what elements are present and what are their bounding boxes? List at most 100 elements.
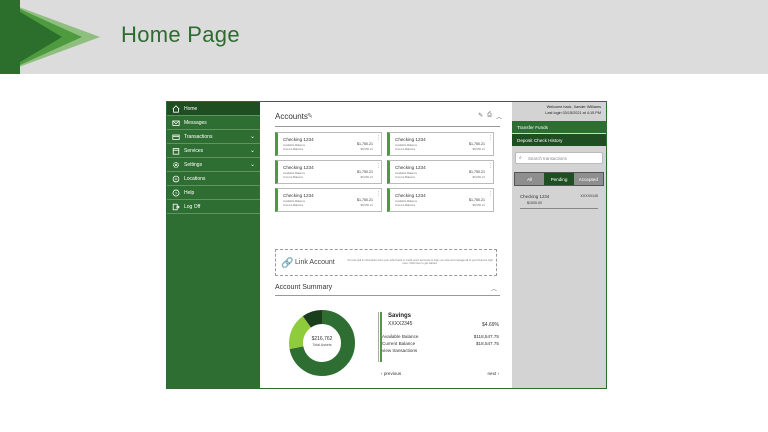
savings-number: XXXX2345: [388, 321, 413, 327]
gear-icon: [173, 161, 179, 168]
transaction-number: XXXX0145: [580, 194, 598, 198]
previous-button[interactable]: ‹ previous: [381, 371, 401, 376]
current-balance: $8,650.21: [472, 175, 485, 179]
transfer-funds-button[interactable]: Transfer Funds: [512, 121, 606, 133]
divider: [378, 312, 379, 362]
divider: [520, 208, 598, 209]
sidebar-item-label: Locations: [184, 175, 206, 182]
current-balance: $8,650.21: [360, 175, 373, 179]
sidebar-item-settings[interactable]: Settings ⌄: [167, 158, 260, 172]
deposit-history-button[interactable]: Deposit Check History: [512, 134, 606, 146]
savings-name: Savings: [388, 313, 412, 319]
more-icon[interactable]: · · ·: [489, 190, 491, 199]
current-label: Current Balance: [283, 147, 304, 151]
available-balance: $1,750.21: [469, 198, 485, 202]
chevron-down-icon[interactable]: ⌄: [250, 133, 255, 140]
sidebar-item-logoff[interactable]: Log Off: [167, 200, 260, 214]
more-icon[interactable]: · · ·: [377, 162, 379, 171]
transaction-filter-tabs: All Pending Accepted: [514, 172, 604, 186]
next-button[interactable]: next ›: [488, 371, 500, 376]
current-balance: $8,650.21: [472, 203, 485, 207]
current-balance: $8,650.21: [472, 147, 485, 151]
sidebar-item-label: Transactions: [184, 133, 213, 140]
account-card[interactable]: Checking 1234 Available Balance Current …: [275, 188, 382, 212]
tab-pending[interactable]: Pending: [544, 173, 574, 185]
welcome-block: Welcome back, Xander Williams Last login…: [545, 104, 601, 116]
tab-accepted[interactable]: Accepted: [574, 173, 603, 185]
account-name: Checking 1234: [395, 165, 426, 170]
sidebar-item-locations[interactable]: Locations: [167, 172, 260, 186]
help-icon: ?: [172, 189, 180, 196]
sidebar-item-messages[interactable]: Messages: [167, 116, 260, 130]
current-label: Current Balance: [382, 341, 416, 346]
sidebar-item-help[interactable]: ? Help: [167, 186, 260, 200]
transaction-account[interactable]: Checking 1234: [520, 194, 549, 199]
calendar-icon: [172, 147, 180, 155]
account-summary-title: Account Summary: [275, 284, 333, 291]
available-label: Available Balance: [382, 334, 419, 339]
edit-icon[interactable]: ✎: [478, 112, 483, 121]
sidebar-item-label: Help: [184, 189, 195, 196]
total-assets-label: Total Assets: [312, 343, 332, 347]
chevron-down-icon[interactable]: ⌄: [250, 147, 255, 154]
home-icon: [172, 104, 180, 113]
account-card[interactable]: Checking 1234 Available Balance Current …: [387, 132, 494, 156]
available-balance: $1,750.21: [357, 142, 373, 146]
link-account-box[interactable]: 🔗 Link Account You can pull in informati…: [275, 249, 497, 276]
pencil-icon[interactable]: ✎: [307, 112, 313, 120]
last-login-text: Last login 03/15/2021 at 4:15 PM: [545, 111, 601, 115]
banner-chevron-base: [0, 0, 20, 74]
more-icon[interactable]: · · ·: [377, 134, 379, 143]
account-card[interactable]: Checking 1234 Available Balance Current …: [275, 132, 382, 156]
transaction-amount: $1000.00: [527, 201, 542, 205]
previous-label: previous: [383, 371, 402, 376]
divider: [275, 295, 500, 296]
current-label: Current Balance: [395, 147, 416, 151]
print-icon[interactable]: ⎙: [487, 112, 492, 121]
account-card[interactable]: Checking 1234 Available Balance Current …: [387, 188, 494, 212]
search-input[interactable]: ⌕ Search transactions: [515, 152, 603, 164]
tab-all[interactable]: All: [515, 173, 544, 185]
main-content: Accounts ✎ ✎ ⎙ ︿ Checking 1234 Available…: [260, 102, 512, 388]
card-icon: [172, 134, 180, 140]
view-transactions-link[interactable]: view transactions: [382, 348, 417, 353]
sidebar-item-label: Messages: [184, 119, 207, 126]
savings-rate: $4.69%: [482, 322, 499, 328]
available-balance: $1,750.21: [357, 170, 373, 174]
sidebar-item-transactions[interactable]: Transactions ⌄: [167, 130, 260, 144]
link-account-description: You can pull in information from your ot…: [347, 259, 493, 266]
search-icon: ⌕: [519, 155, 522, 161]
svg-text:?: ?: [175, 190, 178, 195]
account-name: Checking 1234: [395, 193, 426, 198]
available-balance: $1,750.21: [357, 198, 373, 202]
total-assets-value: $216,762: [311, 336, 333, 342]
account-name: Checking 1234: [283, 165, 314, 170]
next-label: next: [487, 371, 497, 376]
account-name: Checking 1234: [283, 137, 314, 142]
location-icon: [172, 175, 180, 182]
current-label: Current Balance: [395, 203, 416, 207]
accounts-toolbar: ✎ ⎙ ︿: [478, 112, 502, 121]
slide-title: Home Page: [121, 22, 240, 47]
available-balance: $1,750.21: [469, 142, 485, 146]
more-icon[interactable]: · · ·: [377, 190, 379, 199]
sidebar-item-label: Log Off: [184, 203, 201, 210]
chevron-up-icon[interactable]: ︿: [491, 284, 497, 293]
more-icon[interactable]: · · ·: [489, 134, 491, 143]
mail-icon: [172, 120, 180, 126]
account-name: Checking 1234: [283, 193, 314, 198]
more-icon[interactable]: · · ·: [489, 162, 491, 171]
app-window: Home Messages Transactions ⌄ Services ⌄ …: [166, 101, 607, 389]
account-card[interactable]: Checking 1234 Available Balance Current …: [387, 160, 494, 184]
slide-banner: Home Page: [0, 0, 768, 74]
sidebar-item-home[interactable]: Home: [167, 102, 260, 116]
sidebar: Home Messages Transactions ⌄ Services ⌄ …: [167, 102, 260, 388]
sidebar-item-label: Services: [184, 147, 204, 154]
divider: [275, 126, 500, 127]
account-card[interactable]: Checking 1234 Available Balance Current …: [275, 160, 382, 184]
chevron-up-icon[interactable]: ︿: [496, 112, 502, 121]
chevron-down-icon[interactable]: ⌄: [250, 161, 255, 168]
chevron-right-icon: ›: [496, 371, 499, 376]
available-balance: $1,750.21: [469, 170, 485, 174]
sidebar-item-services[interactable]: Services ⌄: [167, 144, 260, 158]
